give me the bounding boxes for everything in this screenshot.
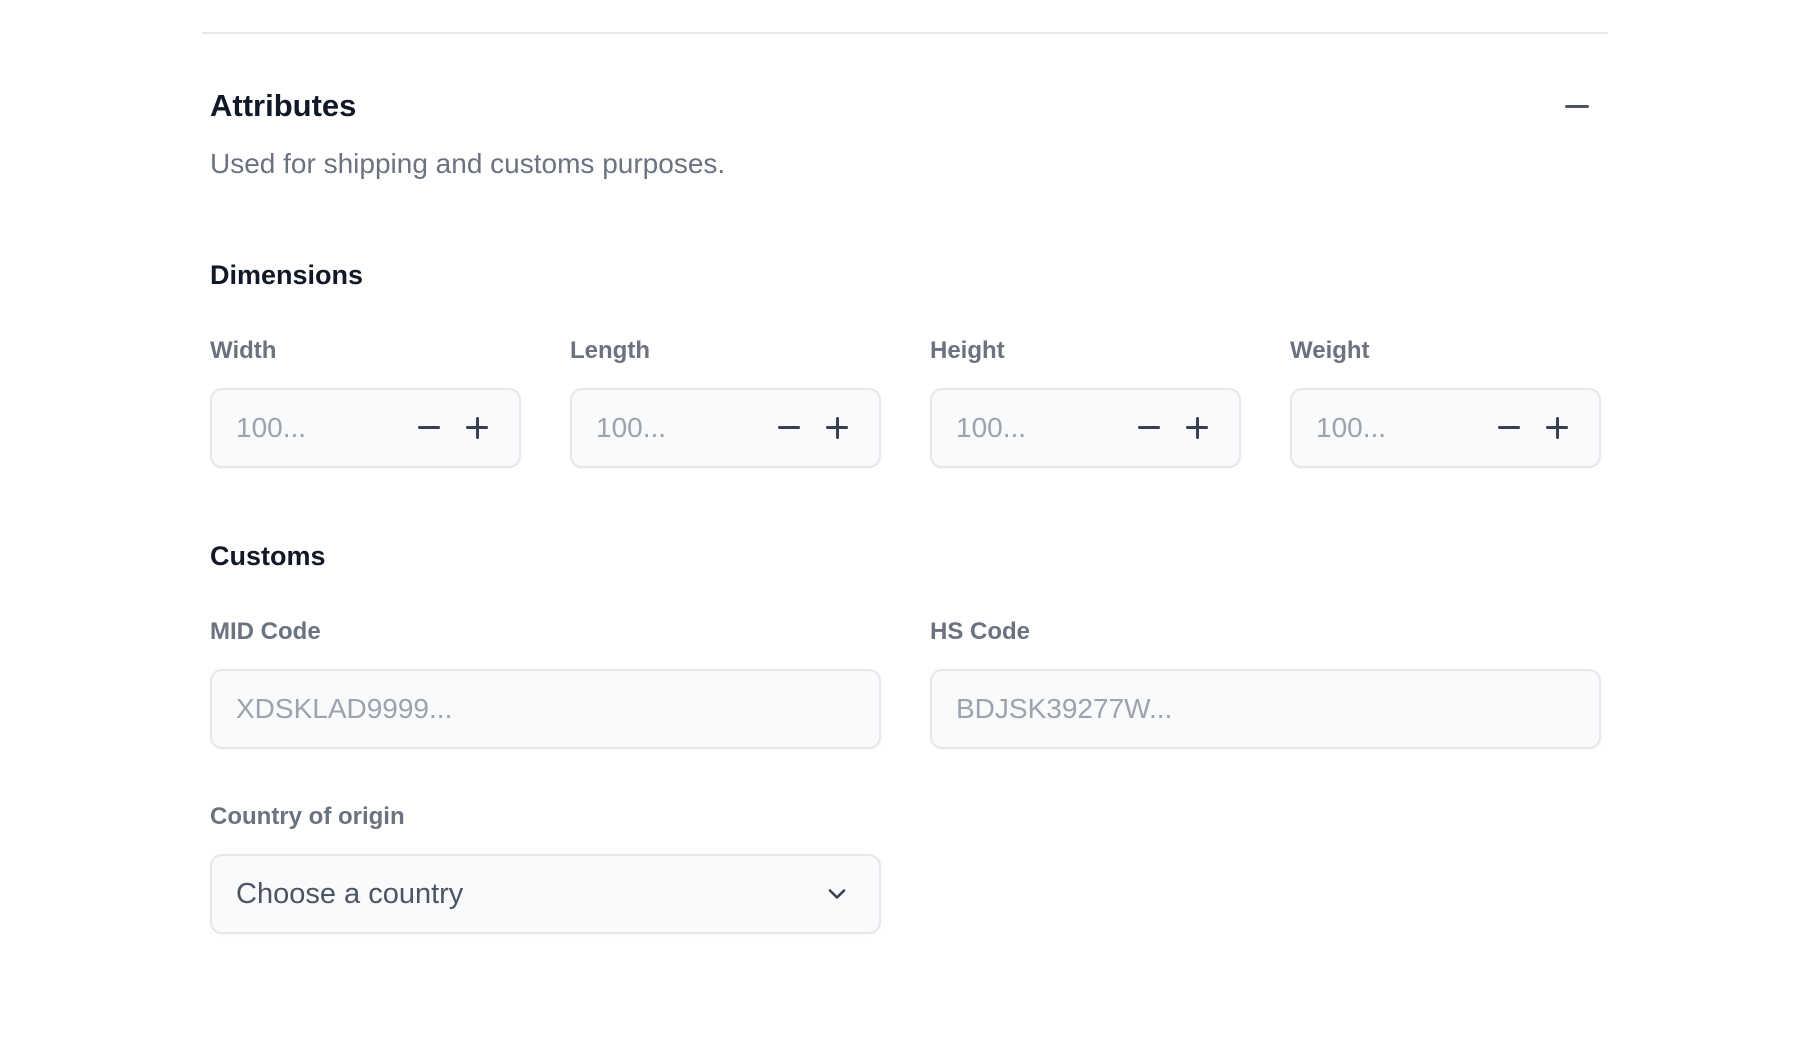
length-label: Length (570, 337, 650, 364)
length-stepper (767, 404, 859, 452)
length-field (570, 388, 881, 468)
customs-title: Customs (210, 541, 326, 571)
length-input[interactable] (596, 390, 746, 466)
hs-code-field (930, 669, 1601, 749)
weight-label: Weight (1290, 337, 1370, 364)
section-subtitle: Used for shipping and customs purposes. (210, 148, 726, 179)
height-label: Height (930, 337, 1005, 364)
width-increment-button[interactable] (455, 404, 499, 452)
weight-decrement-button[interactable] (1487, 404, 1531, 452)
chevron-down-icon (828, 889, 846, 899)
section-title: Attributes (210, 88, 357, 123)
height-decrement-button[interactable] (1127, 404, 1171, 452)
country-select[interactable]: Choose a country (210, 854, 881, 934)
product-attributes-page: Attributes Used for shipping and customs… (0, 0, 1820, 1052)
weight-stepper (1487, 404, 1579, 452)
weight-increment-button[interactable] (1535, 404, 1579, 452)
height-increment-button[interactable] (1175, 404, 1219, 452)
hs-code-label: HS Code (930, 618, 1031, 645)
height-stepper (1127, 404, 1219, 452)
collapse-button[interactable] (1553, 86, 1601, 126)
width-field (210, 388, 521, 468)
section-header: Attributes (210, 86, 1601, 126)
height-field (930, 388, 1241, 468)
width-input[interactable] (236, 390, 386, 466)
dimensions-title: Dimensions (210, 260, 364, 290)
minus-icon (778, 426, 800, 429)
height-input[interactable] (956, 390, 1106, 466)
minus-icon (418, 426, 440, 429)
hs-code-input[interactable] (956, 671, 1576, 747)
section-divider (202, 32, 1608, 34)
length-decrement-button[interactable] (767, 404, 811, 452)
minus-icon (1565, 104, 1589, 108)
country-select-value: Choose a country (236, 878, 464, 910)
weight-input[interactable] (1316, 390, 1466, 466)
width-decrement-button[interactable] (407, 404, 451, 452)
country-label: Country of origin (210, 803, 405, 830)
length-increment-button[interactable] (815, 404, 859, 452)
minus-icon (1138, 426, 1160, 429)
mid-code-field (210, 669, 881, 749)
minus-icon (1498, 426, 1520, 429)
mid-code-input[interactable] (236, 671, 856, 747)
mid-code-label: MID Code (210, 618, 321, 645)
width-stepper (407, 404, 499, 452)
width-label: Width (210, 337, 277, 364)
weight-field (1290, 388, 1601, 468)
